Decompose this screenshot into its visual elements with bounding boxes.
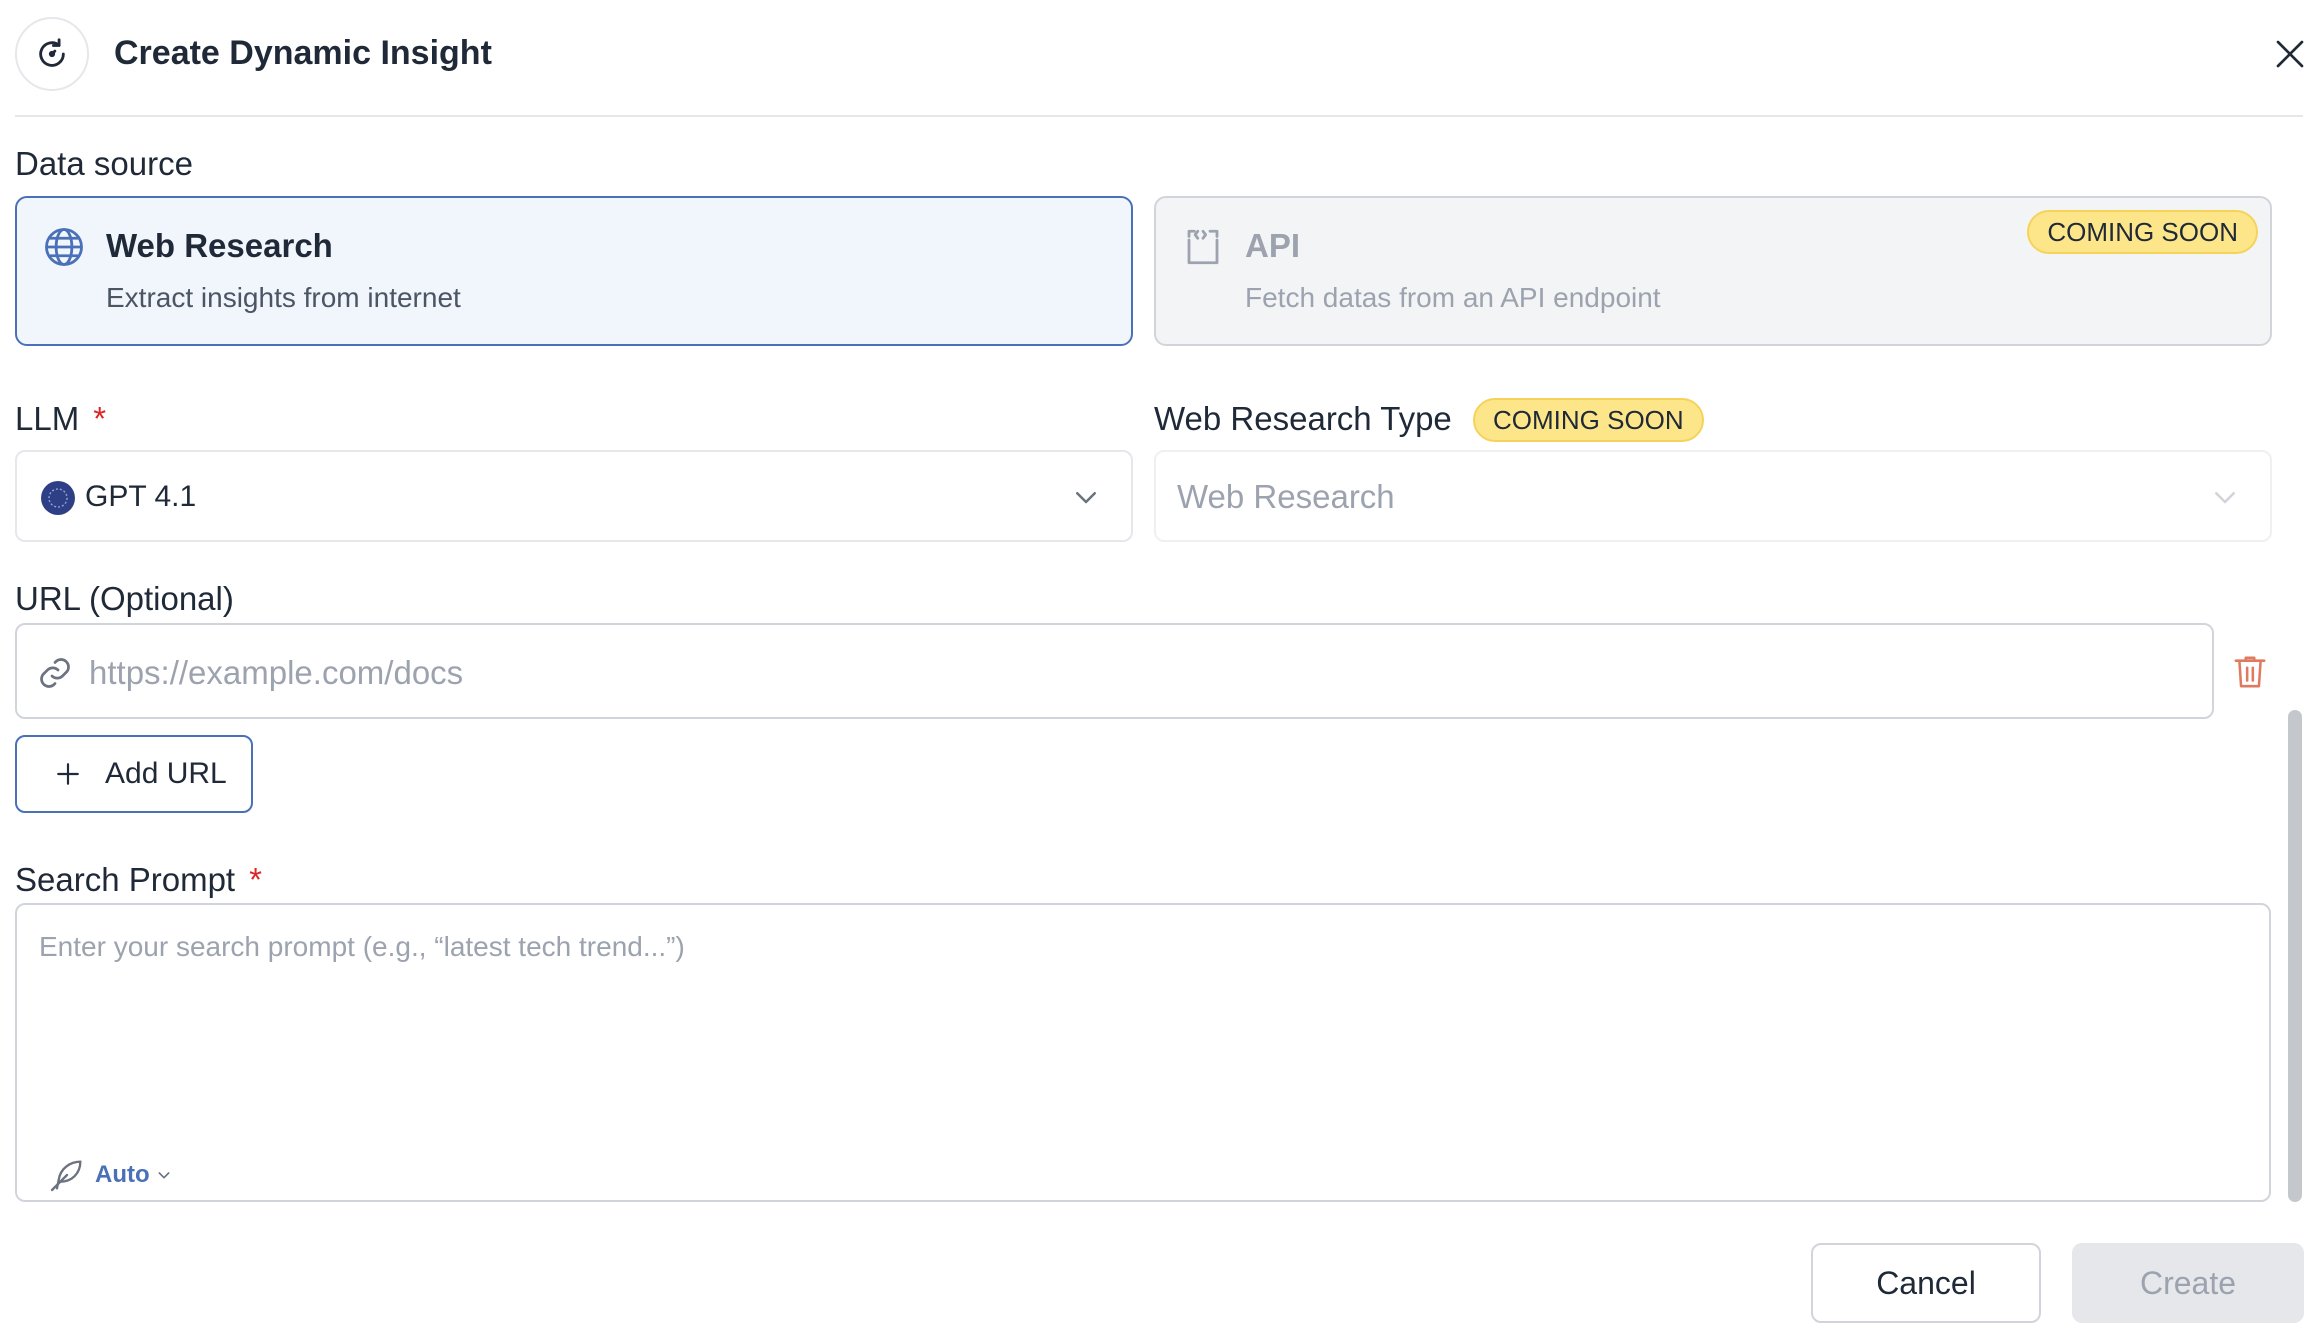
chevron-down-icon: [158, 1172, 170, 1179]
web-research-description: Extract insights from internet: [106, 282, 461, 313]
data-source-label: Data source: [15, 145, 193, 182]
llm-selected-value: GPT 4.1: [85, 480, 197, 513]
create-dynamic-insight-dialog: Create Dynamic Insight Data source Web R…: [0, 0, 2318, 1336]
feather-icon: [50, 1160, 82, 1192]
api-coming-soon-badge: COMING SOON: [2027, 210, 2258, 254]
llm-label-text: LLM: [15, 400, 80, 437]
search-prompt-box: Auto: [15, 903, 2271, 1202]
header-divider: [15, 115, 2303, 117]
dialog-title: Create Dynamic Insight: [114, 34, 492, 72]
search-prompt-input[interactable]: [37, 929, 2241, 1113]
llm-select[interactable]: GPT 4.1: [15, 450, 1133, 542]
add-url-label: Add URL: [105, 757, 227, 790]
required-mark: *: [93, 400, 107, 437]
trash-icon: [2234, 656, 2266, 688]
data-source-web-research-card[interactable]: Web Research Extract insights from inter…: [15, 196, 1133, 346]
prompt-mode-label: Auto: [95, 1161, 150, 1188]
close-icon: [2276, 40, 2304, 68]
code-bracket-icon: [1187, 229, 1219, 265]
web-research-type-select[interactable]: Web Research: [1154, 450, 2272, 542]
add-url-button[interactable]: Add URL: [15, 735, 253, 813]
delete-url-button[interactable]: [2230, 650, 2270, 694]
llm-label: LLM *: [15, 397, 106, 441]
required-mark: *: [249, 861, 262, 898]
link-icon: [40, 658, 70, 688]
web-research-type-coming-soon-badge: COMING SOON: [1473, 398, 1704, 442]
scrollbar[interactable]: [2288, 710, 2302, 1202]
url-field[interactable]: [15, 623, 2214, 719]
chevron-down-icon: [1076, 492, 1096, 504]
globe-icon: [45, 228, 83, 266]
plus-icon: [57, 763, 79, 785]
web-research-title: Web Research: [106, 227, 333, 264]
web-research-type-value: Web Research: [1177, 478, 1395, 515]
refresh-icon: [15, 17, 89, 91]
api-description: Fetch datas from an API endpoint: [1245, 282, 1661, 313]
web-research-type-label: Web Research Type: [1154, 400, 1452, 437]
data-source-api-card[interactable]: API Fetch datas from an API endpoint COM…: [1154, 196, 2272, 346]
create-button[interactable]: Create: [2072, 1243, 2304, 1323]
prompt-mode-selector[interactable]: Auto: [47, 1155, 172, 1195]
url-input[interactable]: [87, 643, 2191, 703]
search-prompt-label-text: Search Prompt: [15, 861, 236, 898]
cancel-button[interactable]: Cancel: [1811, 1243, 2041, 1323]
openai-logo-icon: [41, 481, 75, 515]
search-prompt-label: Search Prompt *: [15, 858, 262, 902]
api-title: API: [1245, 227, 1301, 264]
url-label: URL (Optional): [15, 580, 234, 617]
close-button[interactable]: [2268, 32, 2312, 76]
chevron-down-icon: [2215, 492, 2235, 504]
